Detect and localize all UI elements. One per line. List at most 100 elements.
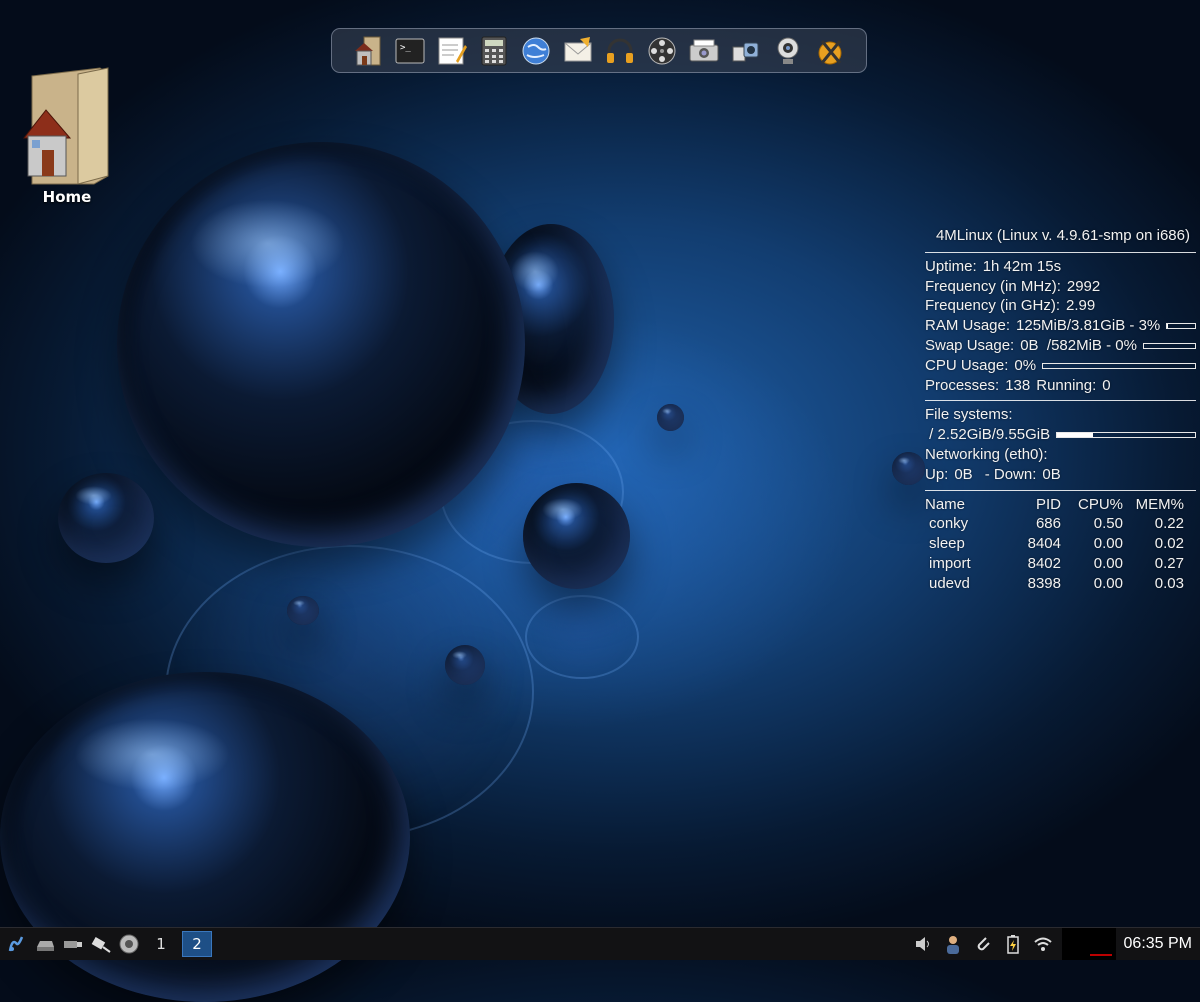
scanner-icon[interactable] [688,34,720,68]
header-mem: MEM% [1135,495,1184,513]
process-table: Name PID CPU% MEM% conky 686 0.50 0.22 s… [925,495,1196,594]
sphere-left [58,473,154,563]
user-icon[interactable] [942,933,964,955]
terminal-icon[interactable]: >_ [394,34,426,68]
application-dock: >_ [331,28,867,73]
root-filesystem-value: / 2.52GiB/9.55GiB [925,426,1051,444]
workspace-1-button[interactable]: 1 [146,931,176,957]
table-row: sleep 8404 0.00 0.02 [925,534,1196,554]
process-pid: 8404 [1027,535,1061,553]
uptime-label: Uptime: [925,257,977,275]
running-value: 0 [1102,376,1111,394]
mail-icon[interactable] [562,34,594,68]
table-row: conky 686 0.50 0.22 [925,514,1196,534]
swap-usage-bar [1142,342,1196,349]
network-cable-icon[interactable] [90,933,112,955]
process-name: udevd [929,574,970,592]
root-filesystem-bar [1056,432,1196,439]
process-pid: 686 [1035,515,1061,533]
webcam-icon[interactable] [772,34,804,68]
networking-row: Networking (eth0): [925,445,1196,465]
up-value: 0B [954,465,973,483]
tray-indicator-area [1061,928,1116,960]
battery-icon[interactable] [1002,933,1024,955]
home-label: Home [42,188,92,206]
usb-icon[interactable] [62,933,84,955]
down-label: - Down: [984,465,1037,483]
process-cpu: 0.00 [1093,574,1123,592]
cpu-usage-row: CPU Usage: 0% [925,356,1196,376]
process-cpu: 0.00 [1093,554,1123,572]
x-settings-icon[interactable] [814,34,846,68]
video-camera-icon[interactable] [730,34,762,68]
frequency-ghz-label: Frequency (in GHz): [925,297,1061,315]
sphere-reflection-small [525,595,639,679]
cpu-usage-bar [1042,362,1196,369]
taskbar-launchers: 1 2 [0,928,212,960]
uptime-value: 1h 42m 15s [982,257,1062,275]
down-value: 0B [1042,465,1061,483]
uptime-row: Uptime: 1h 42m 15s [925,257,1196,277]
sphere-tiny-3 [445,645,485,685]
wifi-icon[interactable] [1032,933,1054,955]
process-mem: 0.02 [1154,535,1184,553]
frequency-ghz-row: Frequency (in GHz): 2.99 [925,296,1196,316]
taskbar: 1 2 06:35 PM [0,927,1200,960]
process-table-header: Name PID CPU% MEM% [925,495,1196,515]
process-pid: 8398 [1027,574,1061,592]
sphere-large [117,142,525,547]
film-reel-icon[interactable] [646,34,678,68]
table-row: udevd 8398 0.00 0.03 [925,574,1196,594]
sphere-tiny-2 [287,596,319,625]
running-label: Running: [1036,376,1097,394]
sphere-center [523,483,630,589]
process-cpu: 0.00 [1093,535,1123,553]
ram-value: 125MiB/3.81GiB - 3% [1016,317,1161,335]
header-name: Name [925,495,966,513]
frequency-mhz-row: Frequency (in MHz): 2992 [925,277,1196,297]
root-filesystem-row: / 2.52GiB/9.55GiB [925,425,1196,445]
speaker-icon[interactable] [118,933,140,955]
conky-system-monitor: 4MLinux (Linux v. 4.9.61-smp on i686) Up… [925,226,1196,594]
divider [925,251,1196,253]
sphere-tiny-1 [657,404,684,431]
network-traffic-row: Up: 0B - Down: 0B [925,465,1196,485]
clock[interactable]: 06:35 PM [1124,935,1192,953]
home-folder-icon[interactable] [352,34,384,68]
process-name: import [929,554,971,572]
paperclip-icon[interactable] [972,933,994,955]
process-mem: 0.03 [1154,574,1184,592]
frequency-ghz-value: 2.99 [1066,297,1096,315]
system-title: 4MLinux (Linux v. 4.9.61-smp on i686) [935,227,1190,244]
cpu-label: CPU Usage: [925,356,1009,374]
ram-usage-row: RAM Usage: 125MiB/3.81GiB - 3% [925,316,1196,336]
table-row: import 8402 0.00 0.27 [925,554,1196,574]
text-editor-icon[interactable] [436,34,468,68]
workspace-2-button[interactable]: 2 [182,931,212,957]
ram-label: RAM Usage: [925,317,1011,335]
processes-label: Processes: [925,376,1000,394]
home-folder-icon [22,67,109,185]
web-browser-icon[interactable] [520,34,552,68]
desktop-home-shortcut[interactable]: Home [22,66,112,206]
headphones-icon[interactable] [604,34,636,68]
file-systems-heading-row: File systems: [925,405,1196,425]
divider [925,489,1196,491]
system-tray: 06:35 PM [912,928,1200,960]
sphere-tiny-4 [892,452,925,485]
cpu-value: 0% [1014,356,1037,374]
swap-usage-row: Swap Usage: 0B /582MiB - 0% [925,336,1196,356]
menu-icon[interactable] [6,933,28,955]
process-mem: 0.22 [1154,515,1184,533]
frequency-mhz-label: Frequency (in MHz): [925,277,1061,295]
svg-text:>_: >_ [400,43,411,53]
process-pid: 8402 [1027,554,1061,572]
ram-usage-bar [1166,323,1196,330]
calculator-icon[interactable] [478,34,510,68]
file-systems-label: File systems: [925,406,1013,424]
drive-icon[interactable] [34,933,56,955]
processes-row: Processes: 138 Running: 0 [925,376,1196,396]
swap-value: 0B /582MiB - 0% [1020,336,1137,354]
volume-icon[interactable] [912,933,934,955]
swap-label: Swap Usage: [925,336,1015,354]
